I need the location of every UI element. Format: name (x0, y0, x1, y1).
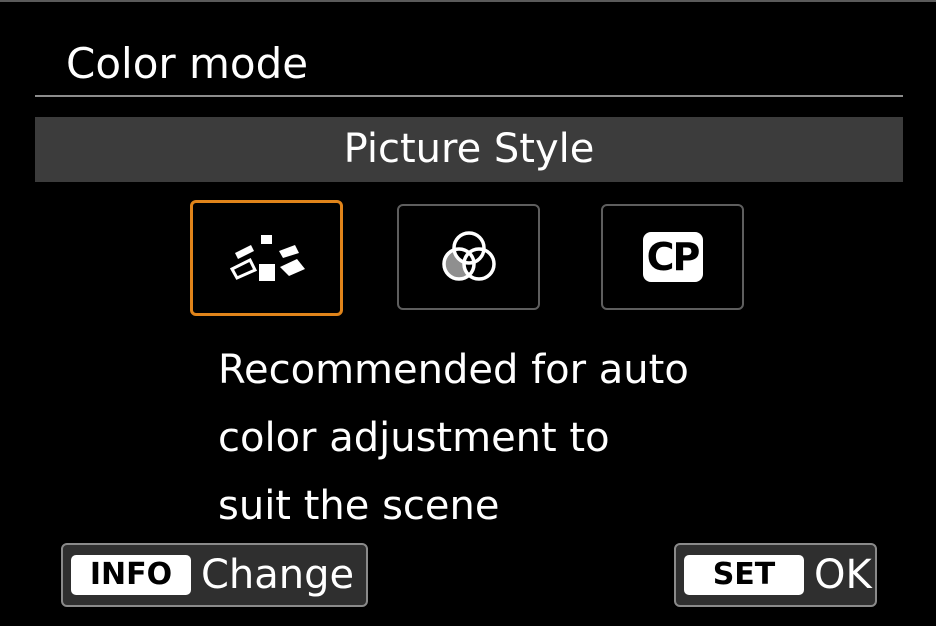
title-divider (35, 95, 903, 97)
set-ok-label: OK (814, 552, 872, 598)
option-auto-picture-style[interactable] (190, 200, 343, 316)
info-key-badge: INFO (71, 555, 191, 595)
page-title: Color mode (66, 39, 309, 88)
overlapping-circles-icon (441, 231, 496, 281)
description-line: color adjustment to (218, 415, 610, 461)
top-edge-line (0, 0, 936, 2)
description-line: suit the scene (218, 483, 500, 529)
cp-icon: CP (642, 232, 703, 282)
option-description: Recommended for auto color adjustment to… (218, 336, 858, 540)
info-change-button[interactable]: INFO Change (61, 543, 368, 607)
color-mode-screen: Color mode Picture Style CP Recommended … (0, 0, 936, 626)
option-color-circles[interactable] (397, 204, 540, 310)
section-label: Picture Style (343, 126, 595, 172)
info-change-label: Change (201, 552, 355, 598)
set-key-badge: SET (684, 555, 804, 595)
option-cp[interactable]: CP (601, 204, 744, 310)
set-ok-button[interactable]: SET OK (674, 543, 877, 607)
description-line: Recommended for auto (218, 347, 689, 393)
auto-picture-style-icon (229, 235, 305, 281)
section-header: Picture Style (35, 117, 903, 182)
